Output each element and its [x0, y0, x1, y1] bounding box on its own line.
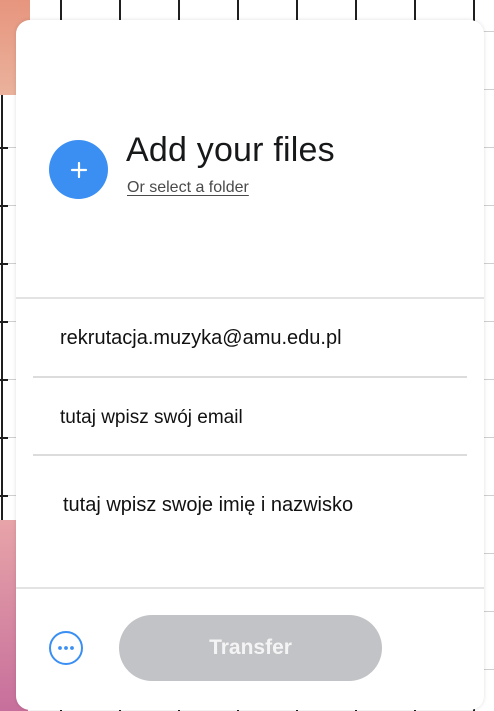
- divider: [33, 454, 467, 456]
- your-email-field[interactable]: [33, 391, 467, 445]
- more-options-button[interactable]: [49, 631, 83, 665]
- divider: [16, 297, 484, 299]
- background-tick: [0, 437, 8, 439]
- name-field[interactable]: [33, 478, 467, 532]
- divider: [16, 587, 484, 589]
- add-files-title[interactable]: Add your files: [126, 131, 335, 170]
- add-files-button[interactable]: [49, 140, 108, 199]
- background-tick: [0, 495, 8, 497]
- select-folder-link[interactable]: Or select a folder: [127, 179, 249, 197]
- transfer-button[interactable]: Transfer: [119, 615, 382, 681]
- plus-icon: [70, 161, 87, 178]
- background-tick: [0, 205, 8, 207]
- background-tick: [0, 379, 8, 381]
- background-tick: [0, 263, 8, 265]
- background-tick: [0, 147, 8, 149]
- divider: [33, 376, 467, 378]
- more-options-icon: [58, 646, 74, 650]
- background-tick: [0, 321, 8, 323]
- file-drop-area[interactable]: Add your files Or select a folder: [16, 20, 484, 297]
- recipient-email-field[interactable]: [33, 311, 467, 365]
- transfer-card: Add your files Or select a folder Transf…: [16, 20, 484, 710]
